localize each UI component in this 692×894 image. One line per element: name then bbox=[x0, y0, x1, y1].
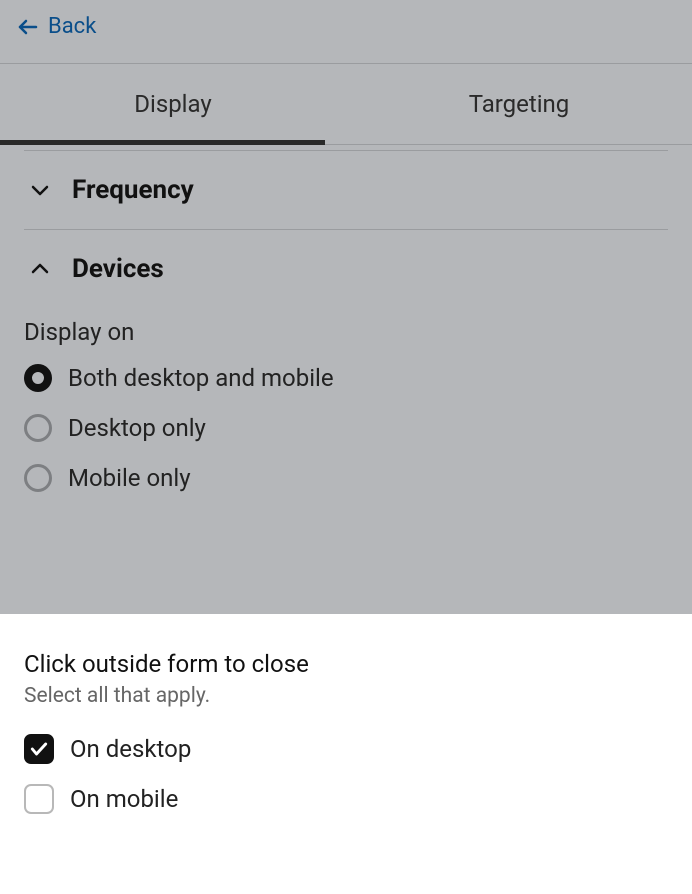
checkbox-on-mobile[interactable]: On mobile bbox=[24, 784, 668, 814]
radio-desktop-only[interactable]: Desktop only bbox=[24, 414, 668, 442]
checkbox-label: On desktop bbox=[70, 735, 191, 763]
radio-label: Both desktop and mobile bbox=[68, 364, 334, 392]
devices-title: Devices bbox=[72, 254, 164, 284]
frequency-title: Frequency bbox=[72, 175, 194, 205]
chevron-up-icon bbox=[28, 257, 52, 281]
radio-icon bbox=[24, 364, 52, 392]
checkbox-icon bbox=[24, 734, 54, 764]
tab-targeting[interactable]: Targeting bbox=[346, 64, 692, 144]
header-back[interactable]: Back bbox=[0, 0, 692, 63]
tab-indicator bbox=[0, 140, 325, 145]
radio-mobile-only[interactable]: Mobile only bbox=[24, 464, 668, 492]
checkbox-label: On mobile bbox=[70, 785, 178, 813]
checkbox-group: On desktop On mobile bbox=[24, 734, 668, 814]
back-label: Back bbox=[48, 14, 96, 39]
sheet-title: Click outside form to close bbox=[24, 650, 668, 678]
sheet-subtitle: Select all that apply. bbox=[24, 684, 668, 708]
arrow-left-icon bbox=[16, 15, 40, 39]
checkbox-on-desktop[interactable]: On desktop bbox=[24, 734, 668, 764]
section-devices-toggle[interactable]: Devices bbox=[24, 230, 668, 308]
tabs: Display Targeting bbox=[0, 63, 692, 145]
tab-display[interactable]: Display bbox=[0, 64, 346, 144]
chevron-down-icon bbox=[28, 178, 52, 202]
radio-label: Desktop only bbox=[68, 414, 206, 442]
radio-icon bbox=[24, 414, 52, 442]
radio-group-display-on: Both desktop and mobile Desktop only Mob… bbox=[24, 364, 668, 520]
radio-icon bbox=[24, 464, 52, 492]
bottom-sheet: Click outside form to close Select all t… bbox=[0, 614, 692, 894]
section-frequency-toggle[interactable]: Frequency bbox=[24, 150, 668, 230]
display-on-label: Display on bbox=[24, 308, 668, 364]
checkbox-icon bbox=[24, 784, 54, 814]
radio-both[interactable]: Both desktop and mobile bbox=[24, 364, 668, 392]
radio-label: Mobile only bbox=[68, 464, 191, 492]
content: Frequency Devices Display on Both deskto… bbox=[0, 150, 692, 520]
